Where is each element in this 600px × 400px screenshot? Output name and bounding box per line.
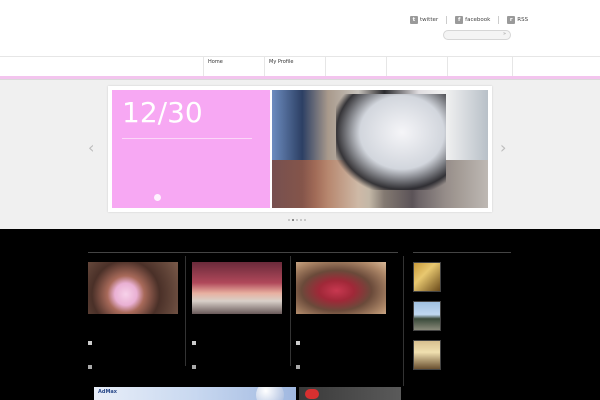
column-divider	[403, 256, 404, 386]
facebook-link[interactable]: f facebook	[455, 16, 490, 24]
post-card[interactable]	[88, 262, 178, 369]
header: t twitter f facebook r RSS »	[0, 0, 600, 56]
social-links: t twitter f facebook r RSS	[410, 14, 536, 26]
post-date	[88, 341, 178, 345]
slider-dot[interactable]	[292, 219, 294, 221]
post-excerpt	[88, 348, 180, 362]
nav-item-4[interactable]	[386, 57, 447, 76]
post-card[interactable]	[296, 262, 386, 369]
read-more-link[interactable]	[296, 365, 386, 369]
sidebar-post-date	[449, 262, 509, 269]
slider-dots	[288, 219, 308, 221]
rss-link[interactable]: r RSS	[507, 16, 528, 24]
slider-dot[interactable]	[296, 219, 298, 221]
slide-text	[126, 150, 266, 180]
twitter-icon: t	[410, 16, 418, 24]
post-date	[296, 341, 386, 345]
slider-dot[interactable]	[300, 219, 302, 221]
arrow-icon	[192, 365, 196, 369]
ad-banner-affiliate[interactable]	[299, 387, 401, 400]
ad-graphic	[256, 387, 284, 400]
search-input[interactable]	[443, 30, 511, 40]
divider	[498, 16, 500, 24]
read-more-link[interactable]	[88, 365, 178, 369]
sidebar-post[interactable]	[413, 340, 513, 380]
post-thumbnail[interactable]	[296, 262, 386, 314]
slider-dot[interactable]	[288, 219, 290, 221]
post-card[interactable]	[192, 262, 282, 369]
nav-item-3[interactable]	[325, 57, 386, 76]
post-date	[192, 341, 282, 345]
sidebar-thumbnail[interactable]	[413, 340, 441, 370]
divider	[413, 252, 511, 253]
post-title[interactable]	[88, 319, 180, 327]
column-divider	[290, 256, 291, 366]
ad-copy	[148, 390, 244, 398]
divider	[122, 138, 252, 139]
calendar-icon	[88, 341, 92, 345]
post-thumbnail[interactable]	[192, 262, 282, 314]
calendar-icon	[296, 341, 300, 345]
facebook-label: facebook	[465, 17, 491, 23]
post-excerpt	[192, 348, 284, 362]
featured-slide[interactable]: 12/30	[108, 86, 492, 212]
read-more-link[interactable]	[192, 365, 282, 369]
arrow-icon	[296, 365, 300, 369]
sidebar-thumbnail[interactable]	[413, 301, 441, 331]
sidebar-post[interactable]	[413, 262, 513, 302]
slider-prev-icon[interactable]: ‹	[88, 140, 94, 156]
nav-home[interactable]: Home	[203, 57, 264, 76]
post-excerpt	[296, 348, 388, 362]
section-title-posts	[88, 240, 158, 249]
nav-my-profile[interactable]: My Profile	[264, 57, 325, 76]
slide-caption-panel: 12/30	[112, 90, 270, 208]
slider-dot[interactable]	[304, 219, 306, 221]
post-thumbnail[interactable]	[88, 262, 178, 314]
rss-label: RSS	[517, 17, 529, 23]
section-title-sidebar	[413, 240, 473, 249]
twitter-link[interactable]: t twitter	[410, 16, 438, 24]
rss-icon: r	[507, 16, 516, 24]
post-title[interactable]	[192, 319, 284, 327]
column-divider	[185, 256, 186, 366]
ad-copy	[327, 390, 397, 398]
facebook-icon: f	[455, 16, 464, 24]
ad-logo-icon	[305, 389, 319, 399]
sidebar-post-title[interactable]	[449, 310, 513, 332]
site-title[interactable]	[88, 18, 218, 44]
calendar-icon	[192, 341, 196, 345]
more-arrow-icon[interactable]	[154, 194, 161, 201]
sidebar-post-title[interactable]	[449, 349, 513, 371]
sidebar-thumbnail[interactable]	[413, 262, 441, 292]
slider-next-icon[interactable]: ›	[500, 140, 506, 156]
sidebar-post-title[interactable]	[449, 271, 513, 293]
twitter-label: twitter	[420, 17, 439, 23]
ad-banner-admax[interactable]: AdMax	[94, 387, 296, 400]
sidebar-post-date	[449, 340, 509, 347]
main-nav: Home My Profile	[0, 56, 600, 76]
post-title[interactable]	[296, 319, 388, 327]
photo-figure	[336, 94, 446, 190]
ad-brand: AdMax	[98, 389, 118, 395]
sidebar-post-date	[449, 301, 509, 308]
slide-date: 12/30	[122, 96, 203, 129]
divider	[446, 16, 448, 24]
nav-item-5[interactable]	[447, 57, 513, 76]
page: t twitter f facebook r RSS » Home My Pro…	[0, 0, 600, 400]
divider	[88, 252, 398, 253]
arrow-icon	[88, 365, 92, 369]
slide-photo	[272, 90, 488, 208]
search-button[interactable]: »	[503, 31, 506, 37]
sidebar-post[interactable]	[413, 301, 513, 341]
